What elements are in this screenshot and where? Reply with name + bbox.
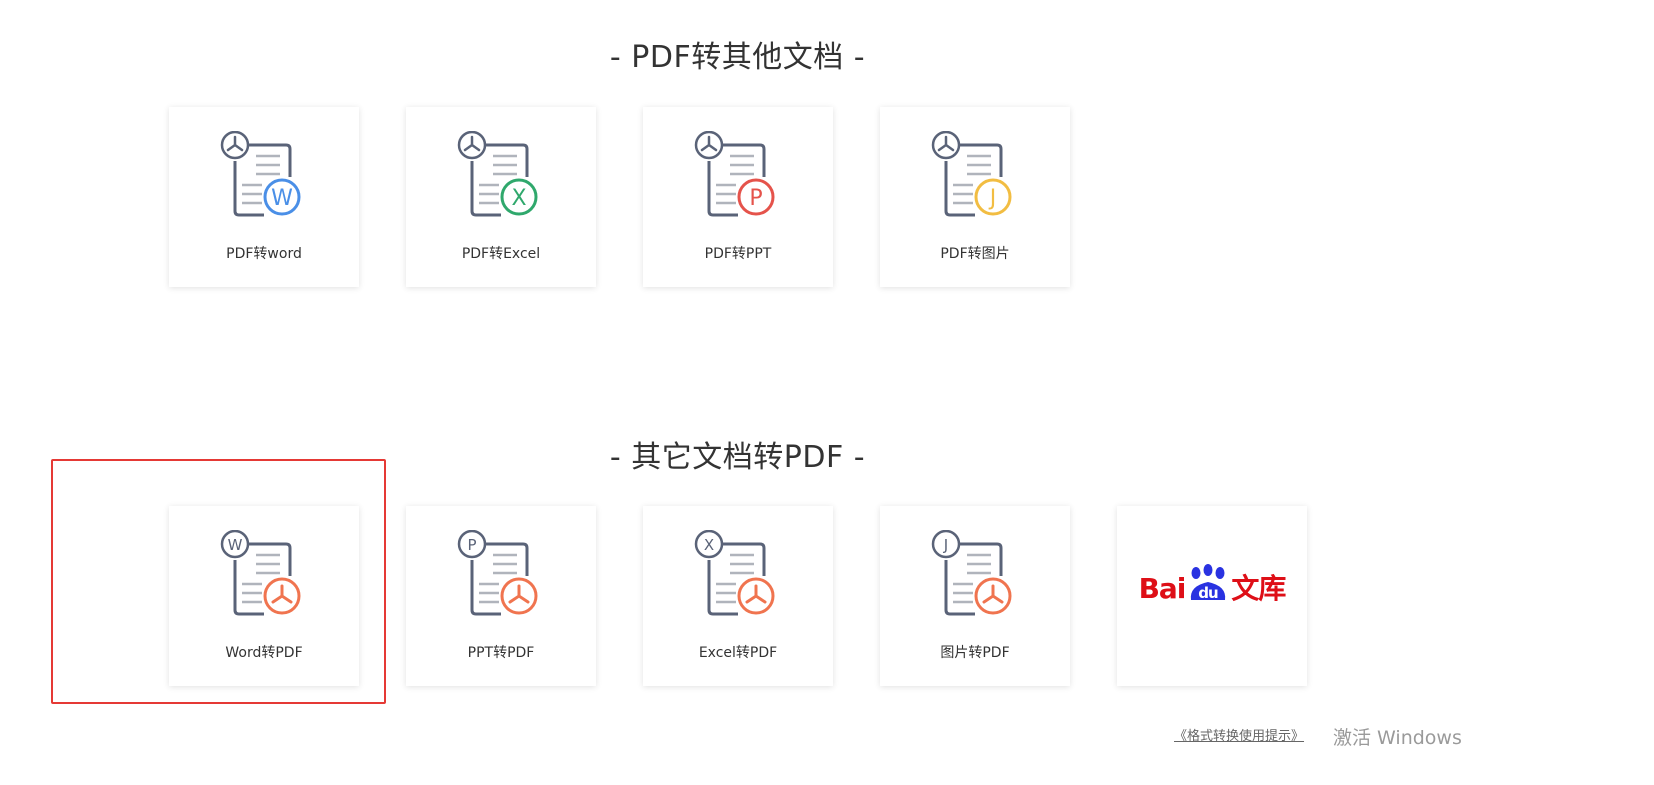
svg-text:X: X — [511, 186, 526, 211]
pdf-to-ppt-icon: P — [694, 131, 775, 217]
image-to-pdf-icon: J — [931, 530, 1012, 616]
card-pdf-to-word[interactable]: W PDF转word — [169, 107, 359, 287]
activate-windows-watermark: 激活 Windows — [1333, 727, 1462, 749]
svg-text:W: W — [271, 186, 293, 211]
card-label: PDF转Excel — [461, 246, 541, 262]
excel-to-pdf-icon: X — [694, 530, 775, 616]
card-label: Excel转PDF — [698, 645, 778, 661]
format-conversion-tips-link[interactable]: 《格式转换使用提示》 — [1174, 725, 1304, 744]
section-title-other-to-pdf: - 其它文档转PDF - — [609, 440, 866, 475]
card-pdf-to-excel[interactable]: X PDF转Excel — [406, 107, 596, 287]
word-to-pdf-icon: W — [220, 530, 301, 616]
baidu-wenku-logo: Bai du 文库 — [1117, 564, 1307, 607]
card-label: Word转PDF — [225, 645, 303, 661]
pdf-to-excel-icon: X — [457, 131, 538, 217]
svg-text:du: du — [1199, 584, 1219, 602]
card-baidu-wenku[interactable]: Bai du 文库 — [1117, 506, 1307, 686]
pdf-to-word-icon: W — [220, 131, 301, 217]
card-word-to-pdf[interactable]: W Word转PDF — [169, 506, 359, 686]
card-excel-to-pdf[interactable]: X Excel转PDF — [643, 506, 833, 686]
svg-text:X: X — [704, 536, 714, 554]
card-label: PDF转PPT — [704, 246, 772, 262]
svg-text:P: P — [467, 536, 476, 554]
card-label: PDF转图片 — [940, 246, 1010, 262]
card-pdf-to-image[interactable]: J PDF转图片 — [880, 107, 1070, 287]
card-ppt-to-pdf[interactable]: P PPT转PDF — [406, 506, 596, 686]
card-label: 图片转PDF — [940, 645, 1010, 661]
svg-text:J: J — [988, 186, 997, 211]
section-title-pdf-to-other: - PDF转其他文档 - — [609, 40, 866, 75]
card-image-to-pdf[interactable]: J 图片转PDF — [880, 506, 1070, 686]
svg-text:J: J — [943, 536, 948, 554]
svg-text:P: P — [749, 186, 762, 211]
svg-text:W: W — [228, 536, 243, 554]
pdf-to-image-icon: J — [931, 131, 1012, 217]
baidu-paw-icon: du — [1185, 564, 1231, 604]
ppt-to-pdf-icon: P — [457, 530, 538, 616]
card-pdf-to-ppt[interactable]: P PDF转PPT — [643, 107, 833, 287]
card-label: PDF转word — [226, 246, 302, 262]
card-label: PPT转PDF — [467, 645, 535, 661]
